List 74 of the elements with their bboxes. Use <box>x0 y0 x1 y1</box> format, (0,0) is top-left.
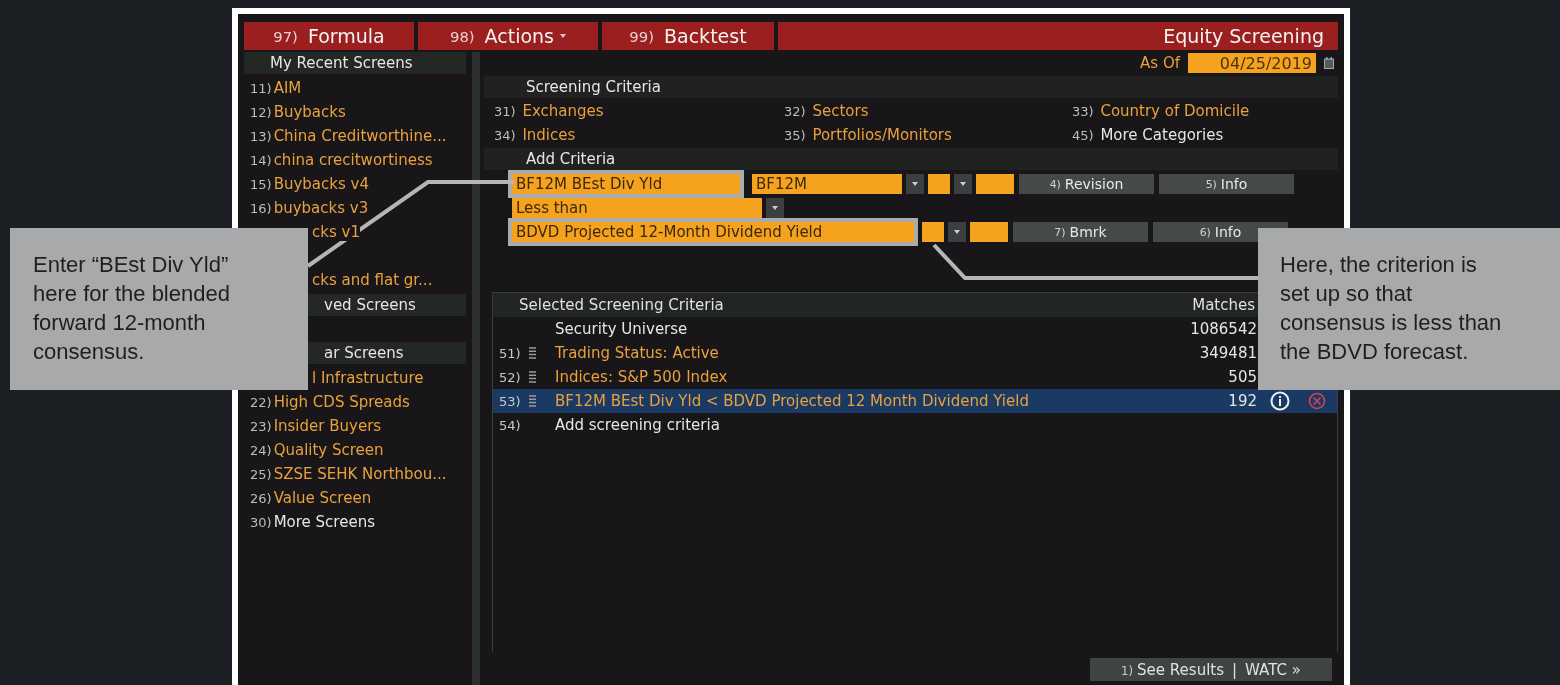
match-count: 505 <box>1227 368 1258 386</box>
input-field[interactable] <box>976 174 1014 194</box>
screen-link[interactable]: 26)Value Screen <box>244 486 466 510</box>
category-link[interactable]: 33) Country of Domicile <box>1072 100 1338 122</box>
row-number: 54) <box>499 417 522 433</box>
operator-field[interactable]: Less than <box>512 198 762 218</box>
screen-link[interactable]: 25)SZSE SEHK Northbou... <box>244 462 466 486</box>
drag-handle-icon[interactable] <box>529 347 536 359</box>
screen-link[interactable]: 22)High CDS Spreads <box>244 390 466 414</box>
caret-icon <box>960 182 966 186</box>
criteria-text: Trading Status: Active <box>555 344 720 362</box>
calendar-icon[interactable] <box>1324 57 1334 69</box>
category-link[interactable]: 35) Portfolios/Monitors <box>784 124 1072 146</box>
screen-link[interactable]: 15)Buybacks v4 <box>244 172 466 196</box>
caret-icon <box>772 206 778 210</box>
criteria-text: BF12M BEst Div Yld < BDVD Projected 12 Month Dividend Yield <box>555 392 1030 410</box>
screen-link[interactable]: 16)buybacks v3 <box>244 196 466 220</box>
screen-link[interactable]: 24)Quality Screen <box>244 438 466 462</box>
date-field[interactable]: 04/25/2019 <box>1188 53 1316 73</box>
criteria-field[interactable]: BF12M BEst Div Yld <box>512 174 740 194</box>
category-link[interactable]: 34) Indices <box>494 124 784 146</box>
section-header: My Recent Screens <box>244 52 466 74</box>
criteria-text: Add screening criteria <box>555 416 721 434</box>
dropdown-button[interactable] <box>766 198 784 218</box>
dropdown-button[interactable] <box>906 174 924 194</box>
category-link[interactable]: 31) Exchanges <box>494 100 784 122</box>
toolbar-tab[interactable]: 97) Formula <box>244 22 414 50</box>
screen-link[interactable]: 30)More Screens <box>244 510 466 534</box>
column-header: Selected Screening Criteria <box>519 296 725 314</box>
match-count: 349481 <box>1198 344 1258 362</box>
category-link[interactable]: 45) More Categories <box>1072 124 1338 146</box>
remove-icon[interactable] <box>1308 392 1326 410</box>
info-icon[interactable] <box>1270 391 1290 411</box>
screen-link[interactable]: cks and flat gr... <box>312 271 433 289</box>
drag-handle-icon[interactable] <box>529 395 536 407</box>
drag-handle-icon[interactable] <box>529 371 536 383</box>
section-header: Add Criteria <box>484 148 1338 170</box>
toolbar-tab[interactable]: 98) Actions <box>418 22 598 50</box>
action-button[interactable]: 4) Revision <box>1019 174 1154 194</box>
screen-link[interactable]: 14)china crecitwortiness <box>244 148 466 172</box>
dropdown-button[interactable] <box>954 174 972 194</box>
row-number: 53) <box>499 393 522 409</box>
action-button[interactable]: 7) Bmrk <box>1013 222 1148 242</box>
screen-link[interactable]: 23)Insider Buyers <box>244 414 466 438</box>
match-count: 192 <box>1227 392 1258 410</box>
caret-icon <box>954 230 960 234</box>
criteria-text: Indices: S&P 500 Index <box>555 368 729 386</box>
input-field[interactable] <box>922 222 944 242</box>
criteria-text: Security Universe <box>555 320 689 338</box>
section-header: Screening Criteria <box>484 76 1338 98</box>
row-number: 51) <box>499 345 522 361</box>
compare-field[interactable]: BDVD Projected 12-Month Dividend Yield <box>512 222 914 242</box>
category-link[interactable]: 32) Sectors <box>784 100 1072 122</box>
screen-link[interactable]: 11)AIM <box>244 76 466 100</box>
callout-tooltip: Enter “BEst Div Yld” here for the blended forward 12-month consensus. <box>10 228 308 390</box>
criteria-row[interactable]: 53) BF12M BEst Div Yld < BDVD Projected 12 Month Dividend Yield 192 <box>493 389 1337 413</box>
criteria-row[interactable]: 54) Add screening criteria <box>493 413 1263 437</box>
dropdown-button[interactable] <box>948 222 966 242</box>
see-results-button[interactable]: 1) See Results | WATC » <box>1090 658 1332 681</box>
caret-icon <box>912 182 918 186</box>
screen-link[interactable]: 12)Buybacks <box>244 100 466 124</box>
match-count: 1086542 <box>1189 320 1258 338</box>
as-of-label: As Of <box>1140 54 1180 72</box>
action-button[interactable]: 5) Info <box>1159 174 1294 194</box>
source-field[interactable]: BF12M <box>752 174 902 194</box>
toolbar-tab[interactable]: 99) Backtest <box>602 22 774 50</box>
screen-link[interactable]: 13)China Creditworthine... <box>244 124 466 148</box>
screen-link[interactable]: cks v1 <box>312 223 360 241</box>
input-field[interactable] <box>928 174 950 194</box>
column-header: Matches <box>1192 296 1255 314</box>
callout-tooltip: Here, the criterion is set up so that consensus is less than the BDVD forecast. <box>1258 228 1560 390</box>
window-title: Equity Screening <box>778 22 1338 50</box>
row-number: 52) <box>499 369 522 385</box>
input-field[interactable] <box>970 222 1008 242</box>
